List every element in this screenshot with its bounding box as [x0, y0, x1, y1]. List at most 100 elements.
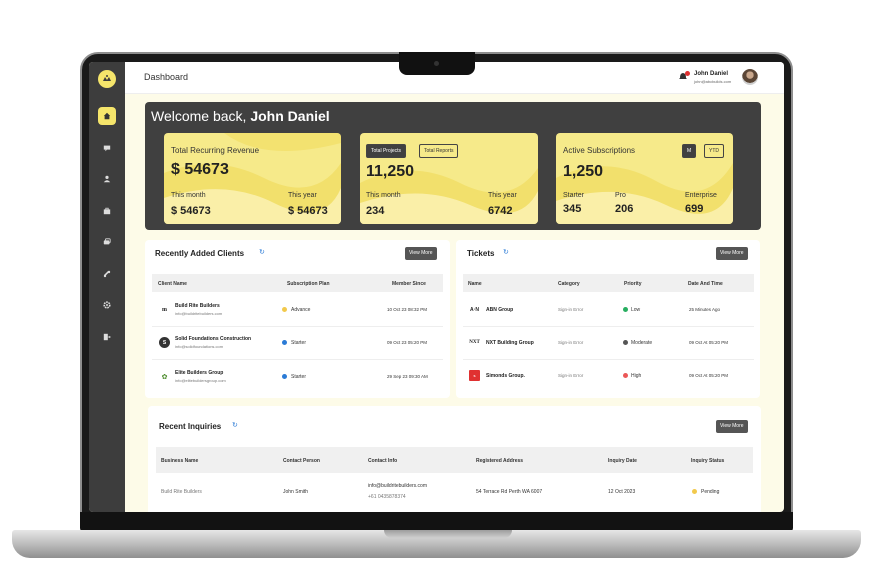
ticket-date: 25 Minutes Ago	[689, 307, 721, 312]
sidebar-item-integrations[interactable]	[98, 265, 116, 283]
home-icon	[103, 112, 111, 120]
chat-icon	[103, 145, 111, 151]
cards-icon	[103, 238, 111, 245]
projects-month-value: 234	[366, 205, 385, 217]
ticket-name[interactable]: ABN Group	[486, 307, 513, 313]
col-business-name: Business Name	[161, 458, 199, 464]
client-name[interactable]: Build Rite Builders	[175, 303, 220, 309]
subscriptions-title: Active Subscriptions	[563, 146, 636, 155]
projects-month-label: This month	[366, 192, 401, 199]
toggle-ytd[interactable]: YTD	[704, 144, 724, 158]
sidebar-item-users[interactable]	[98, 170, 116, 188]
revenue-card: Total Recurring Revenue $ 54673 This mon…	[164, 133, 341, 224]
row-divider	[463, 326, 754, 327]
client-name[interactable]: Solid Foundations Construction	[175, 336, 251, 342]
inquiries-panel: Recent Inquiries ↻ View More Business Na…	[148, 406, 761, 512]
client-plan: Advance	[291, 307, 311, 313]
ticket-name[interactable]: Simonds Group.	[486, 373, 525, 379]
ticket-date: 09 Oct At 05:20 PM	[689, 373, 729, 378]
briefcase-icon	[103, 207, 111, 214]
clients-view-more-button[interactable]: View More	[405, 247, 437, 260]
sidebar-item-projects[interactable]	[98, 202, 116, 220]
projects-card: Total Projects Total Reports 11,250 This…	[360, 133, 538, 224]
status-dot	[692, 489, 697, 494]
tickets-view-more-button[interactable]: View More	[716, 247, 748, 260]
revenue-year-label: This year	[288, 192, 317, 199]
client-logo: m	[162, 306, 167, 313]
col-contact-info: Contact Info	[368, 458, 398, 464]
inquiries-view-more-button[interactable]: View More	[716, 420, 748, 433]
link-icon	[103, 270, 111, 277]
sidebar-item-home[interactable]	[98, 107, 116, 125]
sidebar-item-messages[interactable]	[98, 139, 116, 157]
toggle-month[interactable]: M	[682, 144, 697, 158]
projects-year-label: This year	[488, 192, 517, 199]
ticket-logo: S	[469, 370, 480, 381]
priority-dot	[623, 307, 628, 312]
tab-total-reports[interactable]: Total Reports	[419, 144, 459, 158]
revenue-title: Total Recurring Revenue	[171, 146, 260, 155]
sidebar	[89, 62, 125, 512]
ticket-logo: A·N	[470, 306, 479, 313]
row-divider	[463, 359, 754, 360]
refresh-icon[interactable]: ↻	[503, 248, 509, 256]
inquiry-email[interactable]: info@buildritebuilders.com	[368, 483, 427, 489]
ticket-priority: Moderate	[631, 340, 653, 346]
inquiries-table-header	[156, 447, 753, 473]
welcome-heading: Welcome back, John Daniel	[151, 108, 330, 124]
sidebar-item-billing[interactable]	[98, 233, 116, 251]
tab-total-projects[interactable]: Total Projects	[366, 144, 407, 158]
welcome-user-name: John Daniel	[250, 108, 330, 124]
priority-dot	[623, 373, 628, 378]
client-since: 09 Oct 23 05:20 PM	[387, 340, 428, 345]
ticket-logo: NXT	[469, 340, 480, 345]
app-logo[interactable]	[98, 70, 116, 88]
revenue-month-value: $ 54673	[171, 205, 211, 217]
tickets-title: Tickets	[467, 249, 495, 258]
refresh-icon[interactable]: ↻	[259, 248, 265, 256]
page-title: Dashboard	[144, 72, 189, 82]
pro-label: Pro	[615, 192, 626, 199]
users-icon	[103, 175, 111, 183]
client-name[interactable]: Elite Builders Group	[175, 370, 223, 376]
app-screen: Dashboard John Daniel john@abcbuilds.com…	[89, 62, 784, 512]
revenue-month-label: This month	[171, 192, 206, 199]
avatar[interactable]	[742, 69, 758, 85]
col-subscription-plan: Subscription Plan	[287, 281, 330, 287]
starter-label: Starter	[563, 192, 585, 199]
priority-dot	[623, 340, 628, 345]
row-divider	[152, 326, 443, 327]
laptop-base-notch	[384, 530, 512, 538]
sidebar-item-logout[interactable]	[98, 328, 116, 346]
user-name[interactable]: John Daniel	[694, 71, 728, 77]
inquiry-address: 54 Terrace Rd Perth WA 6007	[476, 489, 543, 495]
ticket-name[interactable]: NXT Building Group	[486, 340, 534, 346]
inquiry-phone: +61 0435878374	[368, 494, 406, 500]
refresh-icon[interactable]: ↻	[232, 421, 238, 429]
plan-status-dot	[282, 307, 287, 312]
client-logo: ✿	[161, 373, 168, 381]
client-plan: Starter	[291, 340, 307, 346]
client-email: info@solidfoundations.com	[175, 344, 224, 349]
client-email: info@buildritebuilders.com	[175, 311, 223, 316]
gear-icon	[103, 301, 111, 309]
col-registered-address: Registered Address	[476, 458, 524, 464]
clients-title: Recently Added Clients	[155, 249, 245, 258]
inquiry-date: 12 Oct 2023	[608, 489, 636, 495]
inquiry-contact-person: John Smith	[283, 489, 309, 495]
projects-total: 11,250	[366, 163, 415, 180]
col-date-time: Date And Time	[688, 281, 723, 287]
status-badge: Pending	[701, 489, 720, 495]
logout-icon	[103, 333, 111, 340]
ticket-category: Sign-in Error	[558, 373, 584, 378]
client-since: 29 Sep 23 09:30 AM	[387, 374, 428, 379]
enterprise-value: 699	[685, 203, 704, 215]
ticket-priority: High	[631, 373, 642, 379]
plan-status-dot	[282, 374, 287, 379]
col-name: Name	[468, 281, 482, 287]
revenue-total: $ 54673	[171, 161, 229, 178]
sidebar-item-settings[interactable]	[98, 296, 116, 314]
inquiry-business[interactable]: Build Rite Builders	[161, 489, 202, 495]
clients-panel: Recently Added Clients ↻ View More Clien…	[145, 240, 450, 398]
tickets-panel: Tickets ↻ View More Name Category Priori…	[456, 240, 760, 398]
